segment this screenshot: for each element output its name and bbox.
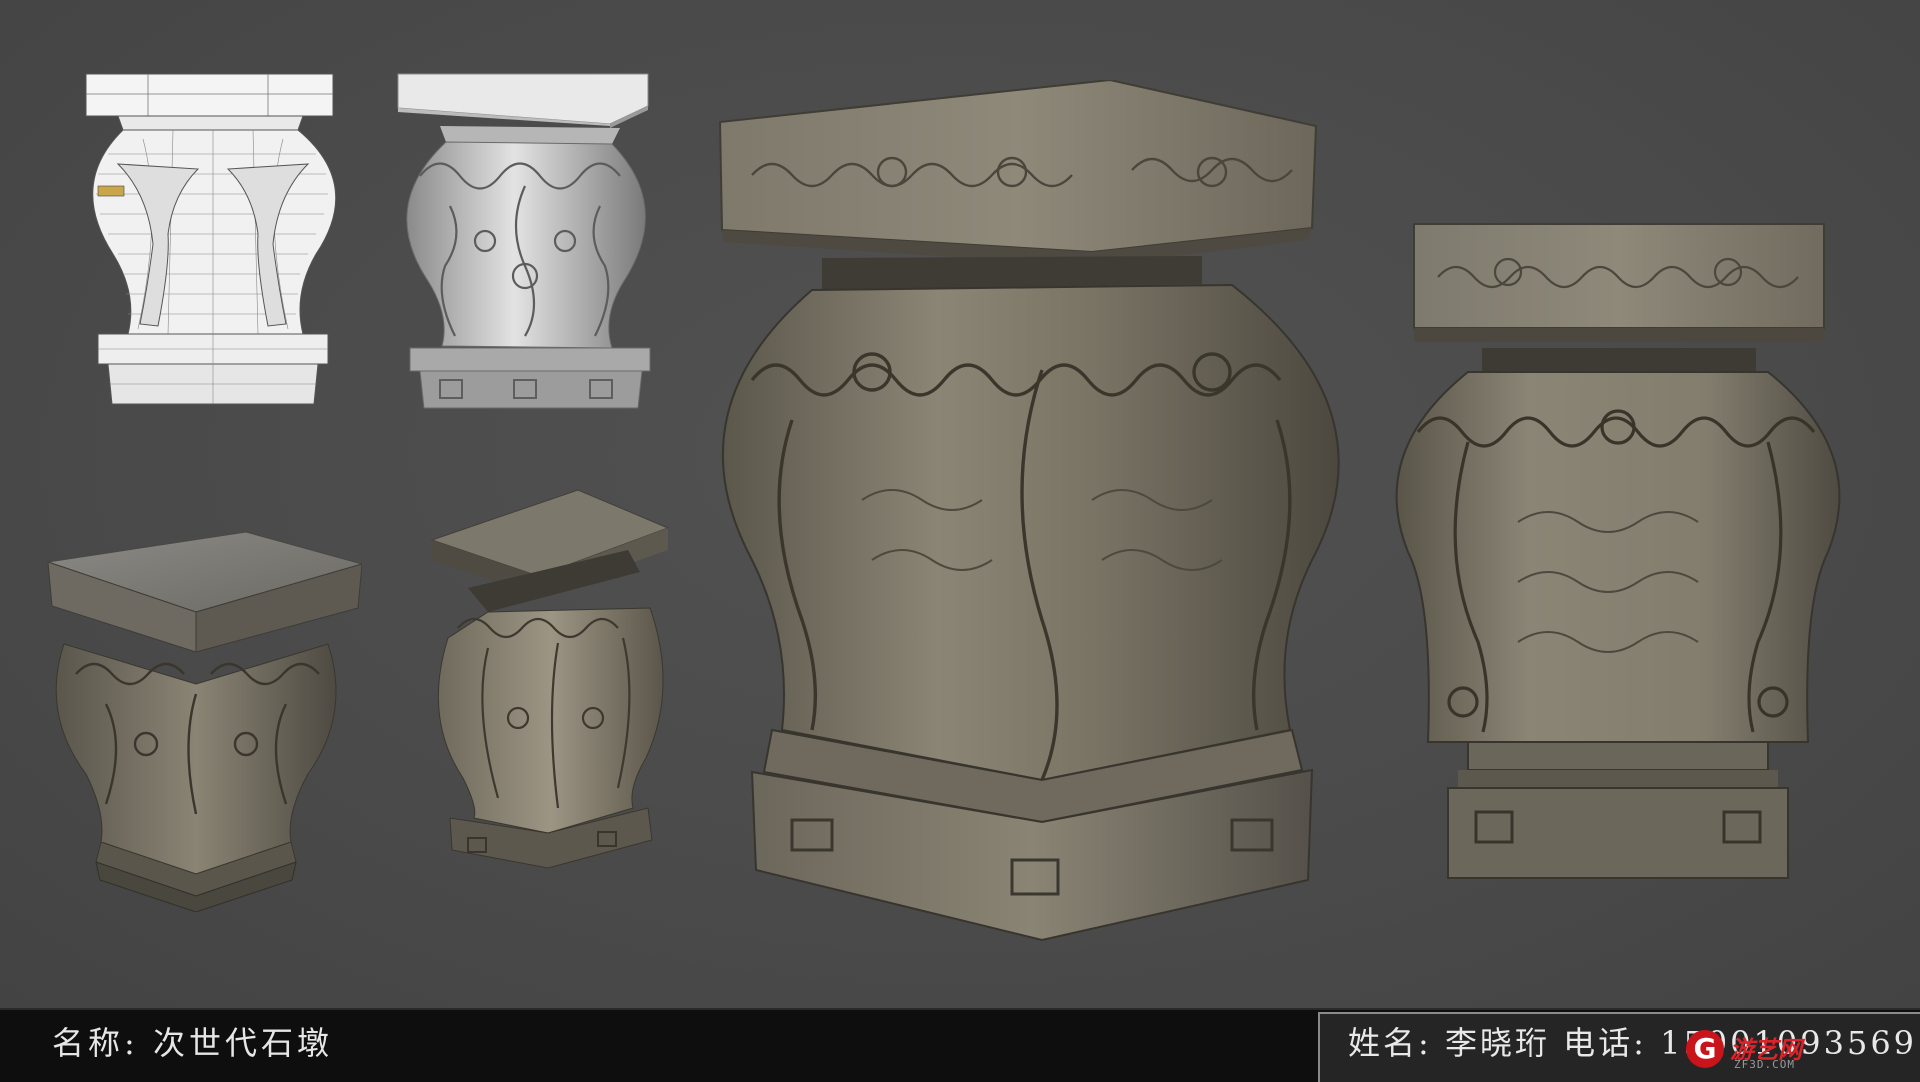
wireframe-view [78, 64, 348, 420]
textured-topdown-view [46, 524, 362, 912]
textured-front-view [1388, 222, 1848, 882]
watermark-logo-icon: G [1686, 1030, 1724, 1068]
textured-large-view [712, 80, 1340, 948]
model-name-label: 名称: 次世代石墩 [52, 1024, 333, 1062]
textured-angle-view [428, 488, 674, 876]
site-watermark: G 游艺网 ZF3D.COM [1686, 1024, 1914, 1076]
highpoly-sculpt-view [380, 66, 670, 416]
watermark-site-text: ZF3D.COM [1734, 1058, 1795, 1071]
viewport-background [0, 0, 1920, 1008]
